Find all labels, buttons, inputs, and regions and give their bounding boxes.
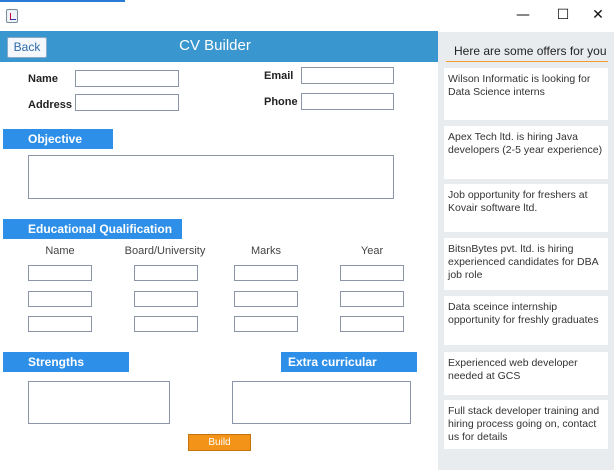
edu-board-field[interactable] — [134, 291, 198, 307]
name-label: Name — [28, 73, 58, 85]
edu-marks-field[interactable] — [234, 291, 298, 307]
edu-year-field[interactable] — [340, 316, 404, 332]
offers-header: Here are some offers for you — [454, 44, 607, 58]
extra-curricular-textarea[interactable] — [232, 381, 411, 424]
column-header-year: Year — [360, 245, 384, 257]
edu-year-field[interactable] — [340, 291, 404, 307]
close-icon[interactable]: ✕ — [582, 4, 614, 26]
extra-curricular-section-label: Extra curricular — [281, 352, 417, 372]
minimize-icon[interactable]: — — [507, 4, 539, 26]
edu-year-field[interactable] — [340, 265, 404, 281]
java-app-icon — [6, 9, 18, 23]
column-header-marks: Marks — [251, 245, 281, 257]
phone-field[interactable] — [301, 93, 394, 110]
address-field[interactable] — [75, 94, 179, 111]
email-label: Email — [264, 70, 294, 82]
edu-name-field[interactable] — [28, 291, 92, 307]
offer-item[interactable]: Data sceince internship opportunity for … — [444, 296, 608, 345]
page-title: CV Builder — [179, 37, 251, 54]
offers-divider — [446, 61, 608, 62]
offer-item[interactable]: Job opportunity for freshers at Kovair s… — [444, 184, 608, 232]
back-button[interactable]: Back — [7, 37, 47, 58]
education-section-label: Educational Qualification — [3, 219, 182, 239]
edu-name-field[interactable] — [28, 316, 92, 332]
edu-board-field[interactable] — [134, 316, 198, 332]
edu-marks-field[interactable] — [234, 265, 298, 281]
offer-item[interactable]: Experienced web developer needed at GCS — [444, 352, 608, 395]
edu-marks-field[interactable] — [234, 316, 298, 332]
edu-board-field[interactable] — [134, 265, 198, 281]
phone-label: Phone — [264, 96, 298, 108]
name-field[interactable] — [75, 70, 179, 87]
address-label: Address — [28, 99, 73, 111]
offer-item[interactable]: Wilson Informatic is looking for Data Sc… — [444, 68, 608, 120]
column-header-name: Name — [45, 245, 75, 257]
strengths-section-label: Strengths — [3, 352, 129, 372]
column-header-board: Board/University — [124, 245, 206, 257]
maximize-icon[interactable]: ☐ — [547, 4, 579, 26]
offer-item[interactable]: Apex Tech ltd. is hiring Java developers… — [444, 126, 608, 179]
build-button[interactable]: Build — [188, 434, 251, 451]
offer-item[interactable]: BitsnBytes pvt. ltd. is hiring experienc… — [444, 238, 608, 290]
offer-item[interactable]: Full stack developer training and hiring… — [444, 400, 608, 449]
strengths-textarea[interactable] — [28, 381, 170, 424]
objective-section-label: Objective — [3, 129, 113, 149]
email-field[interactable] — [301, 67, 394, 84]
objective-textarea[interactable] — [28, 155, 394, 199]
title-bar-accent — [0, 0, 125, 2]
edu-name-field[interactable] — [28, 265, 92, 281]
